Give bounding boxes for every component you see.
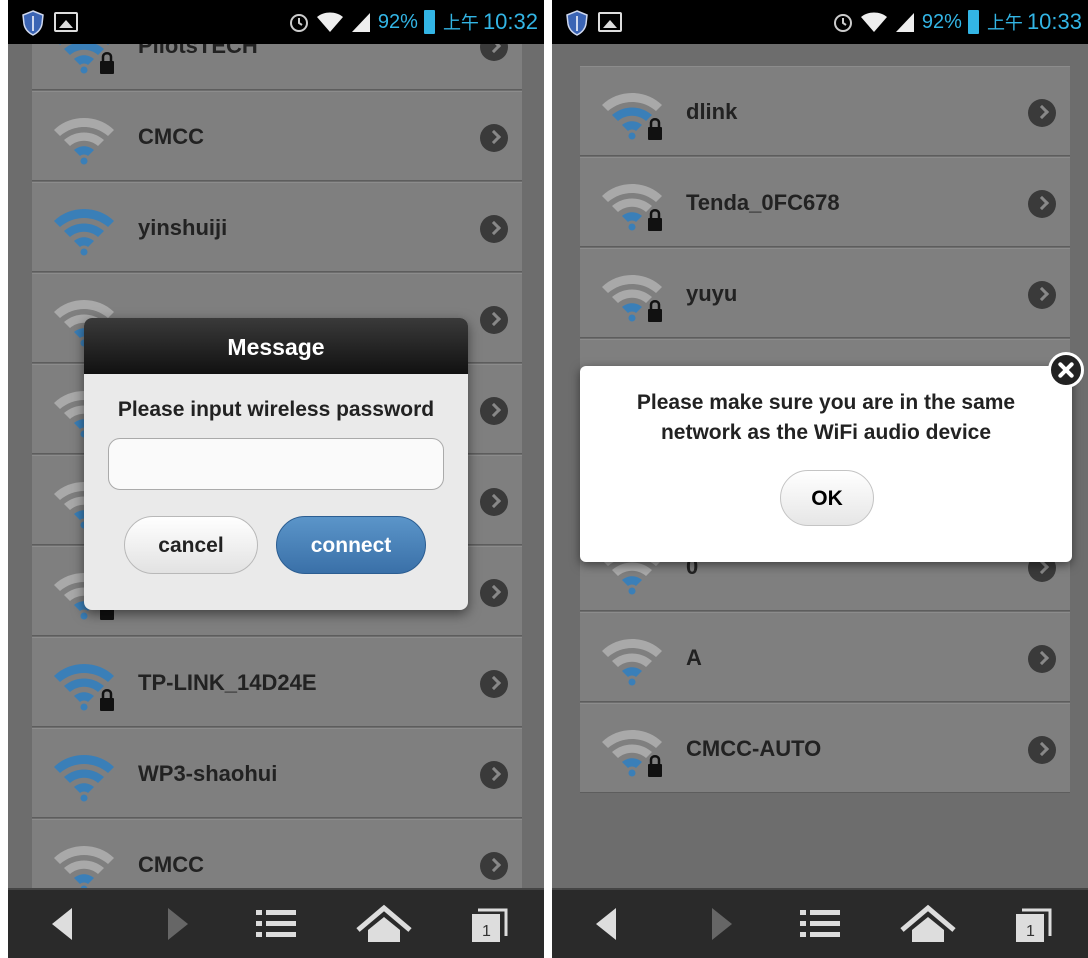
dialog-title: Message [84, 318, 468, 374]
wifi-lock-icon [598, 87, 666, 141]
status-bar: 92% 上午 10:32 [8, 0, 544, 44]
wifi-lock-icon [50, 658, 118, 712]
forward-arrow-icon[interactable] [154, 902, 198, 946]
wifi-status-icon [860, 12, 887, 32]
alarm-icon [289, 14, 308, 32]
navigation-bar: 1 [552, 888, 1088, 958]
time-prefix: 上午 [442, 13, 479, 33]
wifi-icon [50, 203, 118, 257]
network-row[interactable]: A [580, 612, 1070, 702]
wifi-icon [598, 633, 666, 687]
time-prefix: 上午 [986, 13, 1023, 33]
chevron-right-icon[interactable] [480, 761, 508, 789]
back-arrow-icon[interactable] [42, 902, 86, 946]
chevron-right-icon[interactable] [480, 579, 508, 607]
cancel-button[interactable]: cancel [124, 516, 258, 574]
network-name: CMCC-AUTO [686, 736, 822, 761]
chevron-right-icon[interactable] [480, 852, 508, 880]
network-row[interactable]: dlink [580, 66, 1070, 156]
wifi-icon [50, 840, 118, 890]
clock: 上午 10:33 [987, 9, 1082, 35]
chevron-right-icon[interactable] [1028, 190, 1056, 218]
chevron-right-icon[interactable] [1028, 645, 1056, 673]
network-name: yuyu [686, 281, 738, 306]
network-row[interactable]: PilotsTECH [32, 44, 522, 90]
network-name: WP3-shaohui [138, 761, 278, 786]
chevron-right-icon[interactable] [1028, 736, 1056, 764]
chevron-right-icon[interactable] [1028, 99, 1056, 127]
network-row[interactable]: CMCC [32, 819, 522, 890]
chevron-right-icon[interactable] [480, 306, 508, 334]
network-row[interactable]: yuyu [580, 248, 1070, 338]
close-icon[interactable] [1048, 352, 1084, 388]
right-phone-screen: 92% 上午10:33 dlinkTenda_0FC678yuyuCMCC0AC… [552, 0, 1088, 958]
signal-icon [895, 13, 914, 32]
wifi-status-icon [316, 12, 343, 32]
chevron-right-icon[interactable] [480, 124, 508, 152]
status-bar: 92% 上午 10:33 [552, 0, 1088, 44]
chevron-right-icon[interactable] [480, 670, 508, 698]
battery-icon [967, 10, 979, 34]
alert-message-line1: Please make sure you are in the same [636, 391, 1016, 414]
chevron-right-icon[interactable] [1028, 281, 1056, 309]
chevron-right-icon[interactable] [480, 488, 508, 516]
shield-icon [566, 10, 588, 36]
dialog-message: Please input wireless password [117, 398, 435, 421]
shield-icon [22, 10, 44, 36]
time-value: 10:32 [482, 9, 538, 34]
navigation-bar: 1 [8, 888, 544, 958]
image-notification-icon [598, 12, 622, 32]
password-dialog: Message Please input wireless password c… [84, 318, 468, 610]
network-row[interactable]: TP-LINK_14D24E [32, 637, 522, 727]
chevron-right-icon[interactable] [480, 44, 508, 61]
chevron-right-icon[interactable] [480, 215, 508, 243]
wifi-icon [50, 749, 118, 803]
network-row[interactable]: Tenda_0FC678 [580, 157, 1070, 247]
network-row[interactable]: CMCC [32, 91, 522, 181]
wifi-icon [50, 112, 118, 166]
chevron-right-icon[interactable] [480, 397, 508, 425]
home-icon[interactable] [898, 902, 958, 946]
clock: 上午 10:32 [443, 9, 538, 35]
wifi-lock-icon [50, 44, 118, 75]
menu-list-icon[interactable] [254, 902, 298, 946]
home-icon[interactable] [354, 902, 414, 946]
signal-icon [351, 13, 370, 32]
alert-message: Please make sure you are in the same net… [580, 388, 1072, 448]
wifi-lock-icon [598, 178, 666, 232]
ok-button[interactable]: OK [780, 470, 874, 526]
wifi-lock-icon [598, 269, 666, 323]
alarm-icon [833, 14, 852, 32]
network-name: TP-LINK_14D24E [138, 670, 317, 695]
connect-button[interactable]: connect [276, 516, 426, 574]
svg-text:1: 1 [482, 923, 491, 940]
image-notification-icon [54, 12, 78, 32]
network-name: PilotsTECH [138, 44, 258, 58]
tabs-icon[interactable]: 1 [468, 902, 512, 946]
left-phone-screen: 92% 上午10:32 PilotsTECHCMCCyinshuijiyuyuT… [8, 0, 544, 958]
forward-arrow-icon[interactable] [698, 902, 742, 946]
battery-percent: 92% [921, 10, 962, 33]
battery-icon [423, 10, 435, 34]
time-value: 10:33 [1026, 9, 1082, 34]
password-input[interactable] [108, 438, 444, 490]
alert-message-line2: network as the WiFi audio device [660, 421, 992, 444]
svg-text:1: 1 [1026, 923, 1035, 940]
tabs-icon[interactable]: 1 [1012, 902, 1056, 946]
network-name: Tenda_0FC678 [686, 190, 840, 215]
network-row[interactable]: WP3-shaohui [32, 728, 522, 818]
network-name: CMCC [138, 852, 204, 877]
network-name: dlink [686, 99, 738, 124]
network-name: CMCC [138, 124, 204, 149]
menu-list-icon[interactable] [798, 902, 842, 946]
network-name: yinshuiji [138, 215, 228, 240]
network-name: A [686, 645, 702, 670]
network-row[interactable]: CMCC-AUTO [580, 703, 1070, 793]
network-row[interactable]: yinshuiji [32, 182, 522, 272]
same-network-alert: Please make sure you are in the same net… [580, 366, 1072, 562]
battery-percent: 92% [377, 10, 418, 33]
back-arrow-icon[interactable] [586, 902, 630, 946]
wifi-lock-icon [598, 724, 666, 778]
